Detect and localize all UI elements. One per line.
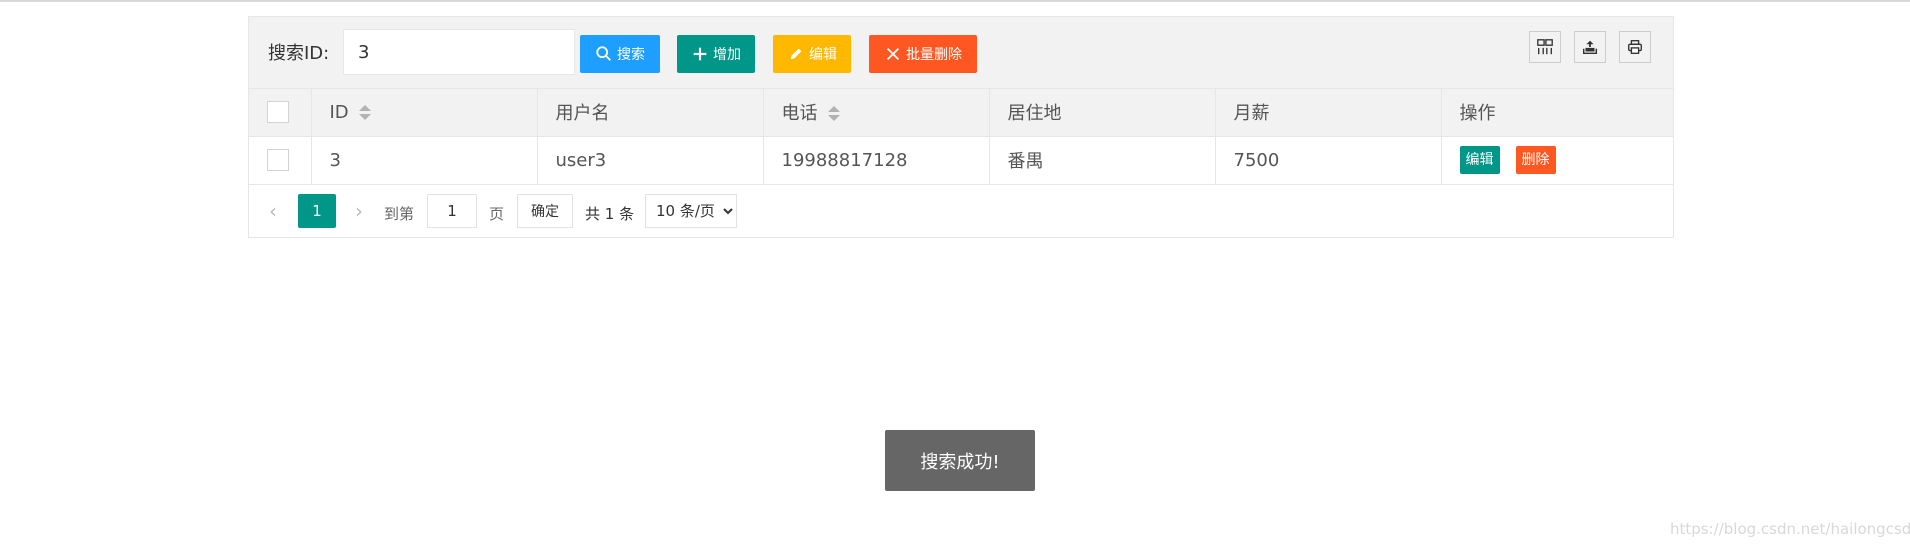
search-icon [596,46,611,61]
export-icon[interactable] [1574,31,1606,63]
search-button-label: 搜索 [617,47,645,63]
columns-icon[interactable] [1529,31,1561,63]
column-header-label: 月薪 [1233,103,1270,125]
print-icon[interactable] [1619,31,1651,63]
sort-icon[interactable] [358,104,371,121]
add-button[interactable]: 增加 [677,35,755,73]
add-button-label: 增加 [713,47,741,63]
edit-button[interactable]: 编辑 [773,35,851,73]
chevron-right-icon[interactable]: › [347,197,371,225]
column-header-residence: 居住地 [989,89,1216,137]
column-header-id[interactable]: ID [311,89,538,137]
cell-salary: 7500 [1215,136,1442,185]
row-select-cell [249,136,312,185]
toast-message: 搜索成功! [885,430,1035,491]
row-edit-button[interactable]: 编辑 [1459,146,1500,174]
cell-id: 3 [311,136,538,185]
current-page-button[interactable]: 1 [298,194,336,228]
page-label: 页 [489,205,505,223]
batch-delete-button[interactable]: 批量删除 [869,35,977,73]
select-all-checkbox[interactable] [267,101,289,124]
column-header-username: 用户名 [537,89,764,137]
sort-icon[interactable] [827,106,840,122]
search-label: 搜索ID: [268,43,330,64]
watermark: https://blog.csdn.net/hailongcsdn [1670,520,1910,538]
column-header-salary: 月薪 [1215,89,1442,137]
page-size-select[interactable]: 10 条/页 [645,194,737,228]
goto-label: 到第 [384,205,415,223]
cell-residence: 番禺 [989,136,1216,185]
table-toolbar: 搜索ID: 搜索 增加 编辑 批量删除 [249,17,1673,89]
column-header-label: 居住地 [1007,103,1062,125]
goto-confirm-button[interactable]: 确定 [517,194,573,228]
column-header-label: 操作 [1459,103,1496,125]
row-checkbox[interactable] [267,149,289,171]
column-header-label: 电话 [781,103,818,125]
table-header-row: ID 用户名 电话 居住地 月薪 操作 [249,89,1673,137]
data-table-panel: 搜索ID: 搜索 增加 编辑 批量删除 [248,16,1674,238]
top-divider [0,0,1910,2]
batch-delete-button-label: 批量删除 [906,47,962,63]
cell-actions: 编辑 删除 [1441,136,1673,185]
search-button[interactable]: 搜索 [580,35,660,73]
user-table: ID 用户名 电话 居住地 月薪 操作 3 user3 19988817128 … [249,89,1673,185]
chevron-left-icon[interactable]: ‹ [261,197,285,225]
row-delete-button[interactable]: 删除 [1515,146,1556,174]
select-all-cell [249,89,312,137]
search-id-input[interactable] [343,29,575,75]
close-icon [886,47,900,61]
column-header-label: ID [329,101,349,123]
column-header-actions: 操作 [1441,89,1673,137]
pagination: ‹ 1 › 到第 页 确定 共 1 条 10 条/页 [249,185,1673,237]
goto-page-input[interactable] [427,194,477,228]
total-count: 共 1 条 [585,205,635,223]
table-row: 3 user3 19988817128 番禺 7500 编辑 删除 [249,136,1673,185]
column-header-label: 用户名 [555,103,610,125]
plus-icon [693,47,707,61]
edit-button-label: 编辑 [809,47,837,63]
cell-phone: 19988817128 [763,136,990,185]
cell-username: user3 [537,136,764,185]
column-header-phone[interactable]: 电话 [763,89,990,137]
pencil-icon [790,48,802,60]
